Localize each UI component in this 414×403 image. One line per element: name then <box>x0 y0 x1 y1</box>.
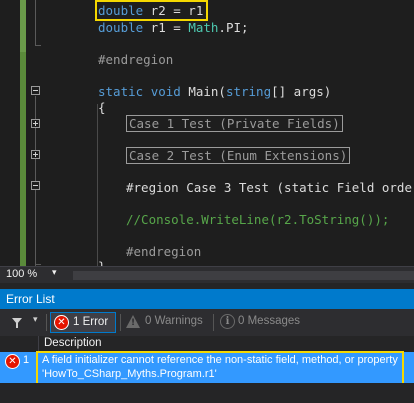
expand-case1-icon[interactable] <box>31 119 40 128</box>
column-divider[interactable] <box>38 336 39 352</box>
error-list-header: Description <box>0 336 414 352</box>
highlight-box-r2 <box>95 0 208 21</box>
outline-line <box>35 0 36 45</box>
code-line-region-case3[interactable]: #region Case 3 Test (static Field order) <box>126 179 414 196</box>
collapse-case3-icon[interactable] <box>31 181 40 190</box>
code-line-brace-open[interactable]: { <box>98 99 106 116</box>
editor-status-bar: 100 % ▾ <box>0 266 414 283</box>
toolbar-separator <box>213 314 214 331</box>
error-list-title: Error List <box>6 292 55 306</box>
code-line-main[interactable]: static void Main(string[] args) <box>98 83 331 100</box>
error-icon: ✕ <box>5 354 20 369</box>
info-icon: i <box>220 314 235 329</box>
filter-icon[interactable] <box>12 318 22 328</box>
collapsed-region-case2[interactable]: Case 2 Test (Enum Extensions) <box>126 147 351 164</box>
filter-dropdown-icon[interactable]: ▾ <box>33 315 38 325</box>
warning-icon: ! <box>126 315 140 328</box>
error-list-toolbar: ▾ ✕ 1 Error ! 0 Warnings i 0 Messages <box>0 309 414 336</box>
indent-guide <box>97 104 98 266</box>
zoom-level[interactable]: 100 % <box>6 268 37 280</box>
toolbar-separator <box>46 314 47 331</box>
error-icon: ✕ <box>54 315 69 330</box>
outline-tick <box>35 264 41 265</box>
collapsed-region-case1[interactable]: Case 1 Test (Private Fields) <box>126 115 343 132</box>
horizontal-scrollbar[interactable] <box>73 271 414 280</box>
code-line-comment[interactable]: //Console.WriteLine(r2.ToString()); <box>126 211 389 228</box>
column-header-description[interactable]: Description <box>44 337 102 349</box>
code-line-2[interactable]: double r1 = Math.PI; <box>98 19 249 36</box>
messages-count-label: 0 Messages <box>238 315 301 327</box>
code-line-endregion-2[interactable]: #endregion <box>126 243 201 260</box>
error-list-panel: Error List ▾ ✕ 1 Error ! 0 Warnings i 0 … <box>0 283 414 403</box>
expand-case2-icon[interactable] <box>31 150 40 159</box>
errors-filter-button[interactable]: ✕ 1 Error <box>50 312 116 333</box>
error-list-title-bar[interactable]: Error List <box>0 289 414 309</box>
errors-count-label: 1 Error <box>73 316 109 328</box>
code-line-endregion[interactable]: #endregion <box>98 51 173 68</box>
outline-tick <box>35 45 41 46</box>
code-editor[interactable]: double r2 = r1; double r1 = Math.PI; #en… <box>0 0 414 266</box>
code-line-brace-close[interactable]: } <box>98 258 106 266</box>
error-list-empty-area <box>0 383 414 403</box>
zoom-dropdown-icon[interactable]: ▾ <box>52 268 57 278</box>
error-number: 1 <box>23 354 30 366</box>
toolbar-separator <box>120 314 121 331</box>
highlight-box-error <box>36 351 404 385</box>
collapse-main-icon[interactable] <box>31 86 40 95</box>
